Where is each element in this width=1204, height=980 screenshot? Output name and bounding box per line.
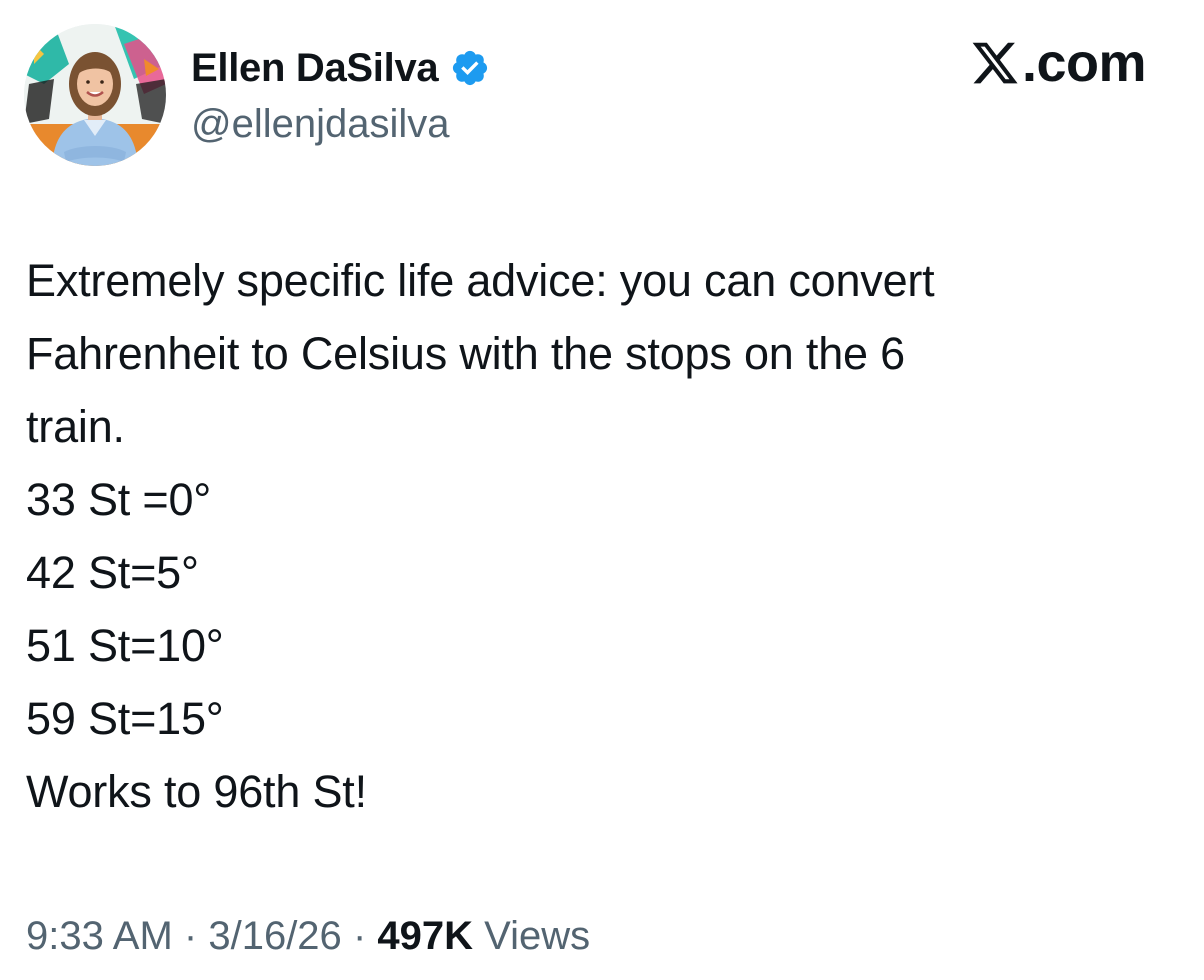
- verified-badge-icon: [453, 50, 488, 86]
- tweet-text: Extremely specific life advice: you can …: [26, 244, 1176, 828]
- tweet-line: train.: [26, 401, 125, 452]
- x-logo-icon: [972, 42, 1018, 84]
- site-brand-text: .com: [1021, 33, 1147, 93]
- views-count: 497K: [377, 914, 474, 958]
- tweet-line: 59 St=15°: [26, 693, 224, 744]
- tweet-line: Extremely specific life advice: you can …: [26, 255, 935, 306]
- tweet-line: 42 St=5°: [26, 547, 199, 598]
- author-name[interactable]: Ellen DaSilva: [191, 46, 439, 91]
- views-label: Views: [484, 914, 591, 958]
- meta-separator: ·: [352, 914, 367, 958]
- tweet-line: Works to 96th St!: [26, 766, 367, 817]
- tweet-line: 51 St=10°: [26, 620, 224, 671]
- tweet-date[interactable]: 3/16/26: [208, 914, 341, 958]
- tweet-line: Fahrenheit to Celsius with the stops on …: [26, 328, 906, 379]
- author-name-row: Ellen DaSilva: [191, 40, 490, 96]
- meta-separator: ·: [183, 914, 198, 958]
- author-handle[interactable]: @ellenjdasilva: [191, 102, 450, 147]
- site-brand: .com: [970, 33, 1147, 93]
- avatar[interactable]: [24, 24, 166, 166]
- tweet-time[interactable]: 9:33 AM: [26, 914, 173, 958]
- tweet-meta: 9:33 AM · 3/16/26 · 497K Views: [26, 908, 590, 964]
- avatar-photo: [24, 24, 166, 166]
- tweet-line: 33 St =0°: [26, 474, 212, 525]
